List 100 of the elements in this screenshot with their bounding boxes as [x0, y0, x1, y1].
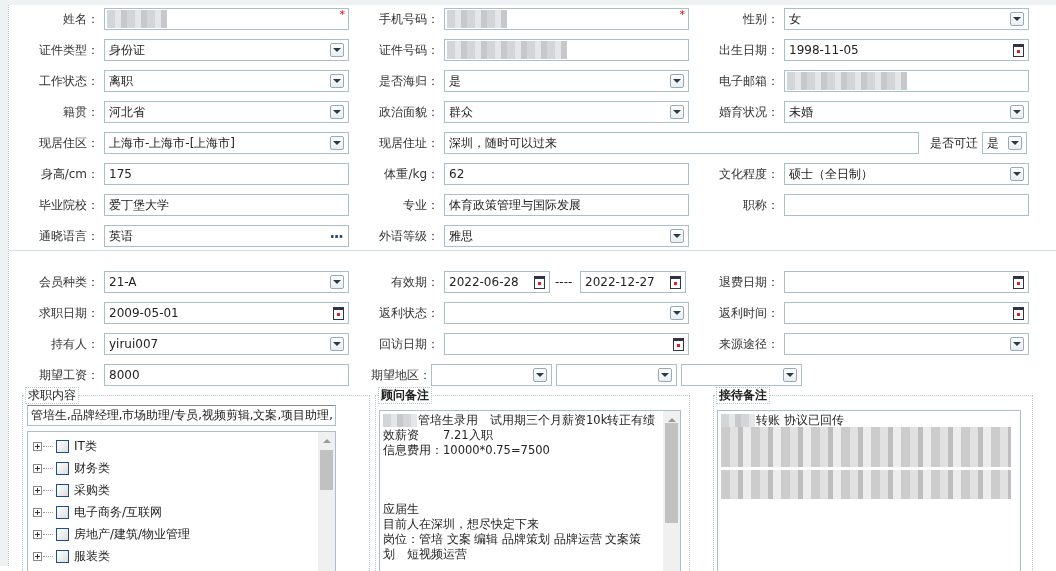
dropdown-field[interactable]: 是	[444, 70, 689, 92]
text-field[interactable]: 管培生,品牌经理,市场助理/专员,视频剪辑,文案,项目助理,	[27, 405, 336, 426]
more-icon[interactable]	[330, 234, 343, 238]
dropdown-field[interactable]: 河北省	[104, 101, 349, 123]
dropdown-field[interactable]	[681, 364, 802, 386]
dropdown-field[interactable]	[431, 364, 552, 386]
dropdown-button[interactable]	[670, 74, 684, 88]
date-field[interactable]: 1998-11-05	[784, 39, 1029, 61]
panel-title: 顾问备注	[378, 387, 432, 404]
date-field[interactable]: 2022-06-28	[444, 271, 550, 293]
field-label: 出生日期：	[718, 42, 779, 59]
dropdown-button[interactable]	[783, 368, 797, 382]
dropdown-field[interactable]: 身份证	[104, 39, 349, 61]
date-field[interactable]: 2009-05-01	[104, 302, 349, 324]
date-field[interactable]	[444, 333, 689, 355]
checkbox[interactable]	[56, 527, 69, 541]
field-label: 是否可迁	[930, 134, 978, 152]
text-field[interactable]: 体育政策管理与国际发展	[444, 194, 689, 216]
notes-area[interactable]: 转账 协议已回传	[717, 410, 1021, 571]
date-field[interactable]: 2022-12-27	[580, 271, 686, 293]
notes-area[interactable]: 管培生录用 试用期三个月薪资10k转正有绩 效薪资 7.21入职 信息费用：10000*0.75=7500 应届生 目前人在深圳，想尽快定下来 岗位：管培 文案 编辑 品牌策划 品牌运营 文案策 划 短视频运营	[379, 410, 681, 571]
checkbox[interactable]	[56, 505, 69, 519]
text-field[interactable]	[784, 194, 1029, 216]
text-field[interactable]: 175	[104, 163, 349, 185]
text-field[interactable]: *	[104, 8, 349, 30]
dropdown-field[interactable]: 21-A	[104, 271, 349, 293]
expand-icon[interactable]	[33, 551, 42, 561]
dropdown-button[interactable]	[1010, 12, 1024, 26]
text-field[interactable]	[784, 70, 1029, 92]
dropdown-field[interactable]: 雅思	[444, 225, 689, 247]
field-label: 身高/cm：	[39, 166, 99, 183]
dropdown-button[interactable]	[670, 105, 684, 119]
tree-item[interactable]: 服装类	[74, 547, 110, 565]
dropdown-button[interactable]	[1010, 105, 1024, 119]
dropdown-button[interactable]	[330, 275, 344, 289]
dropdown-button[interactable]	[658, 368, 672, 382]
field-label: 求职日期：	[38, 305, 99, 322]
text-field[interactable]: 深圳，随时可以过来	[444, 132, 919, 154]
dropdown-button[interactable]	[1010, 167, 1024, 181]
text-field[interactable]: *	[444, 8, 689, 30]
dropdown-field[interactable]: 离职	[104, 70, 349, 92]
field-label: 回访日期：	[378, 336, 439, 353]
panel-title: 接待备注	[716, 387, 770, 404]
expand-icon[interactable]	[33, 529, 42, 539]
text-field[interactable]: 62	[444, 163, 689, 185]
checkbox[interactable]	[56, 549, 69, 563]
scrollbar[interactable]	[663, 411, 680, 571]
dropdown-button[interactable]	[1010, 337, 1024, 351]
field-label: 姓名：	[62, 11, 99, 28]
field-label: 现居住址：	[378, 135, 439, 152]
dropdown-button[interactable]	[1008, 136, 1022, 150]
expand-icon[interactable]	[33, 507, 42, 517]
text-field[interactable]	[444, 39, 689, 61]
scrollbar[interactable]	[318, 432, 335, 571]
calendar-icon[interactable]	[1013, 275, 1024, 289]
dropdown-field[interactable]	[784, 333, 1029, 355]
dropdown-field[interactable]	[556, 364, 677, 386]
field-label: 有效期：	[390, 274, 439, 291]
calendar-icon[interactable]	[670, 275, 681, 289]
text-field[interactable]: 爱丁堡大学	[104, 194, 349, 216]
checkbox[interactable]	[56, 483, 69, 497]
tree-item[interactable]: 房地产/建筑/物业管理	[74, 525, 191, 543]
calendar-icon[interactable]	[1013, 43, 1024, 57]
calendar-icon[interactable]	[333, 306, 344, 320]
dropdown-button[interactable]	[670, 229, 684, 243]
expand-icon[interactable]	[33, 441, 42, 451]
tree-item[interactable]: 采购类	[74, 481, 110, 499]
tree-item[interactable]: 财务类	[74, 459, 110, 477]
dropdown-button[interactable]	[330, 105, 344, 119]
dropdown-field[interactable]	[444, 302, 689, 324]
dropdown-button[interactable]	[330, 74, 344, 88]
calendar-icon[interactable]	[673, 337, 684, 351]
dropdown-field[interactable]: 女	[784, 8, 1029, 30]
dropdown-button[interactable]	[330, 337, 344, 351]
dropdown-field[interactable]: 是	[982, 132, 1027, 154]
expand-icon[interactable]	[33, 485, 42, 495]
dropdown-field[interactable]: 上海市-上海市-[上海市]	[104, 132, 349, 154]
dropdown-button[interactable]	[330, 43, 344, 57]
calendar-icon[interactable]	[534, 275, 545, 289]
field-label: 期望地区：	[370, 367, 431, 384]
dropdown-field[interactable]: 硕士（全日制）	[784, 163, 1029, 185]
required-mark: *	[679, 8, 685, 21]
tree-item[interactable]: IT类	[74, 437, 97, 455]
text-field[interactable]: 8000	[104, 364, 349, 386]
dropdown-field[interactable]: 群众	[444, 101, 689, 123]
checkbox[interactable]	[56, 439, 69, 453]
field-label: 退费日期：	[718, 274, 779, 291]
date-field[interactable]	[784, 271, 1029, 293]
expand-icon[interactable]	[33, 463, 42, 473]
checkbox[interactable]	[56, 461, 69, 475]
field-label: 外语等级：	[378, 228, 439, 245]
dropdown-button[interactable]	[670, 306, 684, 320]
tree-item[interactable]: 电子商务/互联网	[74, 503, 163, 521]
dropdown-button[interactable]	[533, 368, 547, 382]
picker-field[interactable]: 英语	[104, 225, 349, 247]
dropdown-field[interactable]: yirui007	[104, 333, 349, 355]
dropdown-button[interactable]	[330, 136, 344, 150]
date-field[interactable]	[784, 302, 1029, 324]
calendar-icon[interactable]	[1013, 306, 1024, 320]
dropdown-field[interactable]: 未婚	[784, 101, 1029, 123]
